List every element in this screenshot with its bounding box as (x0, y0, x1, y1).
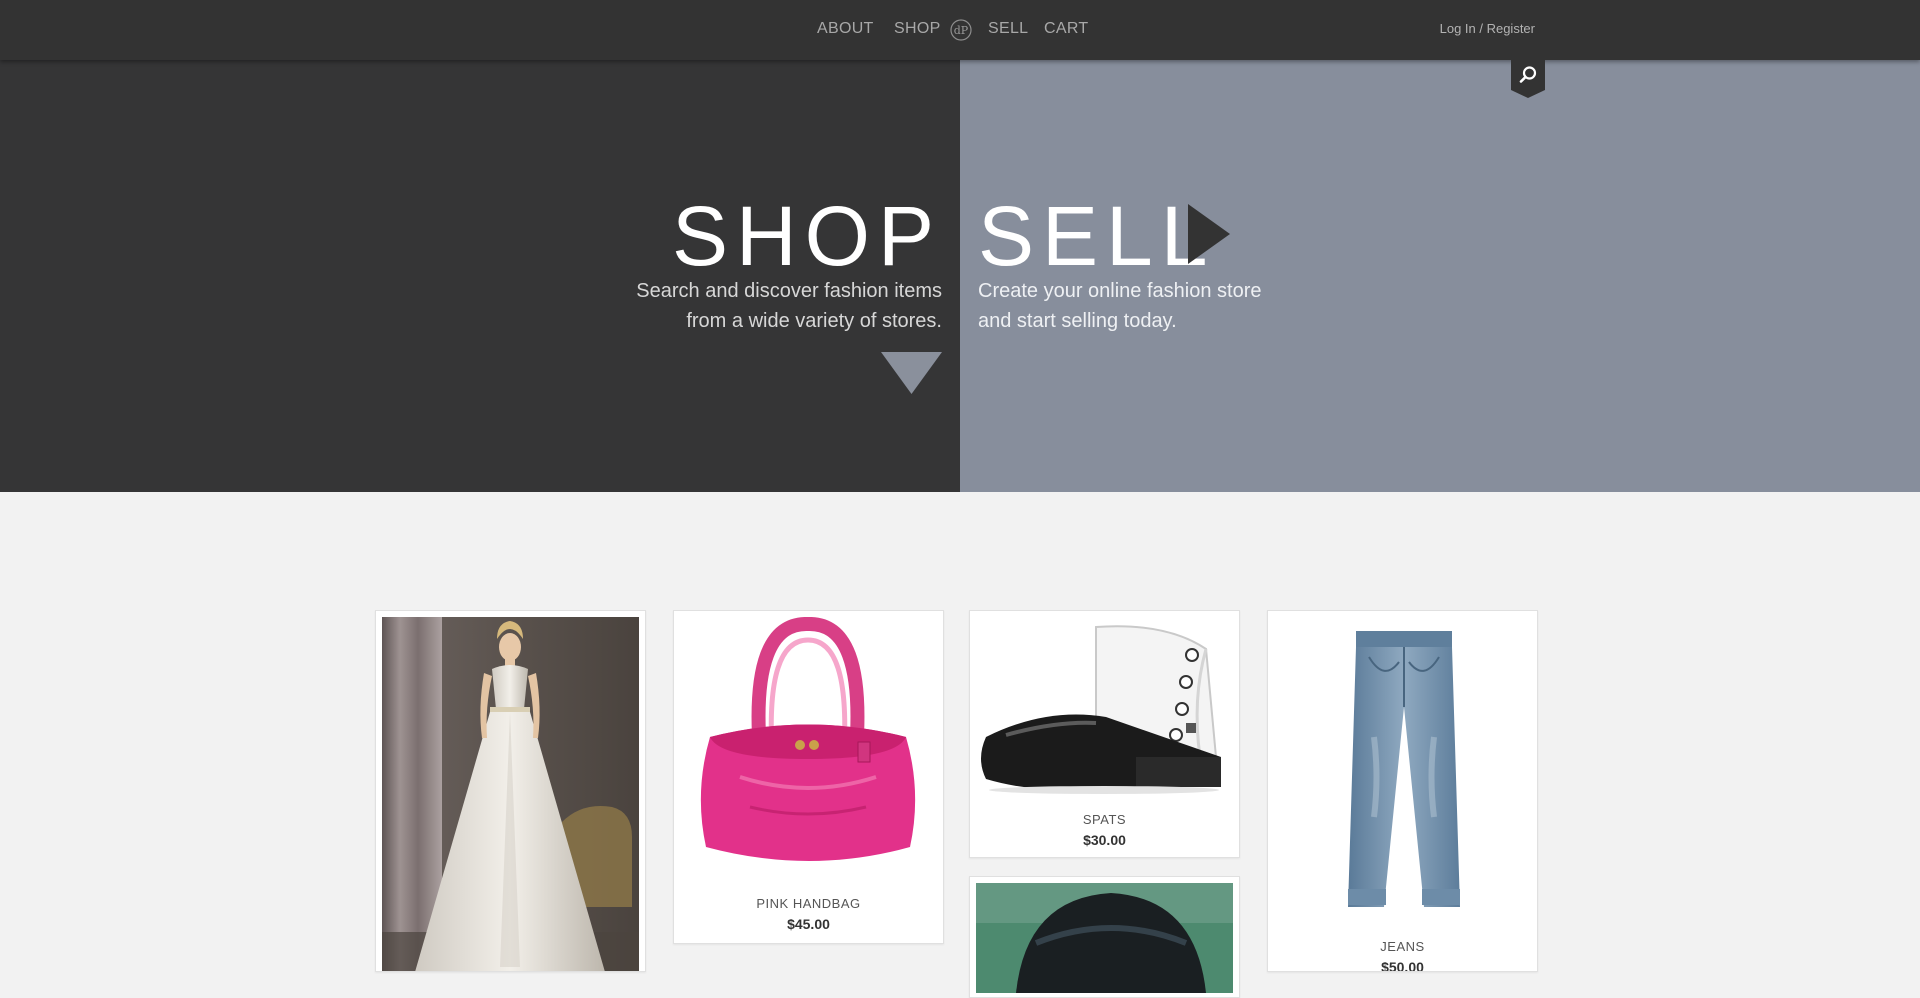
product-name[interactable]: JEANS (1268, 939, 1537, 954)
product-card[interactable]: JEANS $50.00 (1267, 610, 1538, 972)
shop-hero-subtitle: Search and discover fashion items from a… (636, 276, 942, 336)
product-name[interactable]: PINK HANDBAG (674, 896, 943, 911)
product-price: $45.00 (787, 916, 830, 932)
shop-subtitle-line: Search and discover fashion items (636, 280, 942, 302)
sell-subtitle-line: Create your online fashion store (978, 280, 1262, 302)
jeans-image (1274, 617, 1531, 922)
nav-shop-link[interactable]: SHOP (894, 20, 941, 38)
spats-shoe-image (976, 617, 1233, 802)
product-price: $50.00 (1381, 959, 1424, 972)
sell-hero-subtitle: Create your online fashion store and sta… (978, 276, 1262, 336)
shop-hero-title[interactable]: SHOP (672, 188, 942, 284)
top-navigation-bar: ABOUT SHOP dP SELL CART Log In / Registe… (0, 0, 1920, 60)
search-icon (1511, 60, 1545, 98)
product-card[interactable]: SPATS $30.00 (969, 610, 1240, 858)
triangle-down-icon[interactable] (881, 352, 942, 394)
pink-handbag-image (680, 617, 937, 887)
product-card[interactable] (969, 876, 1240, 998)
product-name[interactable]: SPATS (970, 812, 1239, 827)
product-card[interactable] (375, 610, 646, 972)
triangle-right-icon[interactable] (1188, 204, 1230, 264)
cap-photo-image (976, 883, 1233, 997)
svg-text:dP: dP (954, 24, 969, 37)
product-card[interactable]: PINK HANDBAG $45.00 (673, 610, 944, 944)
product-price: $30.00 (1083, 832, 1126, 848)
shop-subtitle-line: from a wide variety of stores. (686, 310, 942, 332)
wedding-dress-image (382, 617, 639, 971)
sell-subtitle-line: and start selling today. (978, 310, 1177, 332)
sell-hero-title[interactable]: SELL (978, 188, 1216, 284)
monogram-logo-icon[interactable]: dP (950, 19, 972, 41)
login-register-link[interactable]: Log In / Register (1440, 21, 1535, 36)
nav-cart-link[interactable]: CART (1044, 20, 1088, 38)
nav-about-link[interactable]: ABOUT (817, 20, 874, 38)
nav-sell-link[interactable]: SELL (988, 20, 1028, 38)
search-button[interactable] (1511, 60, 1545, 98)
